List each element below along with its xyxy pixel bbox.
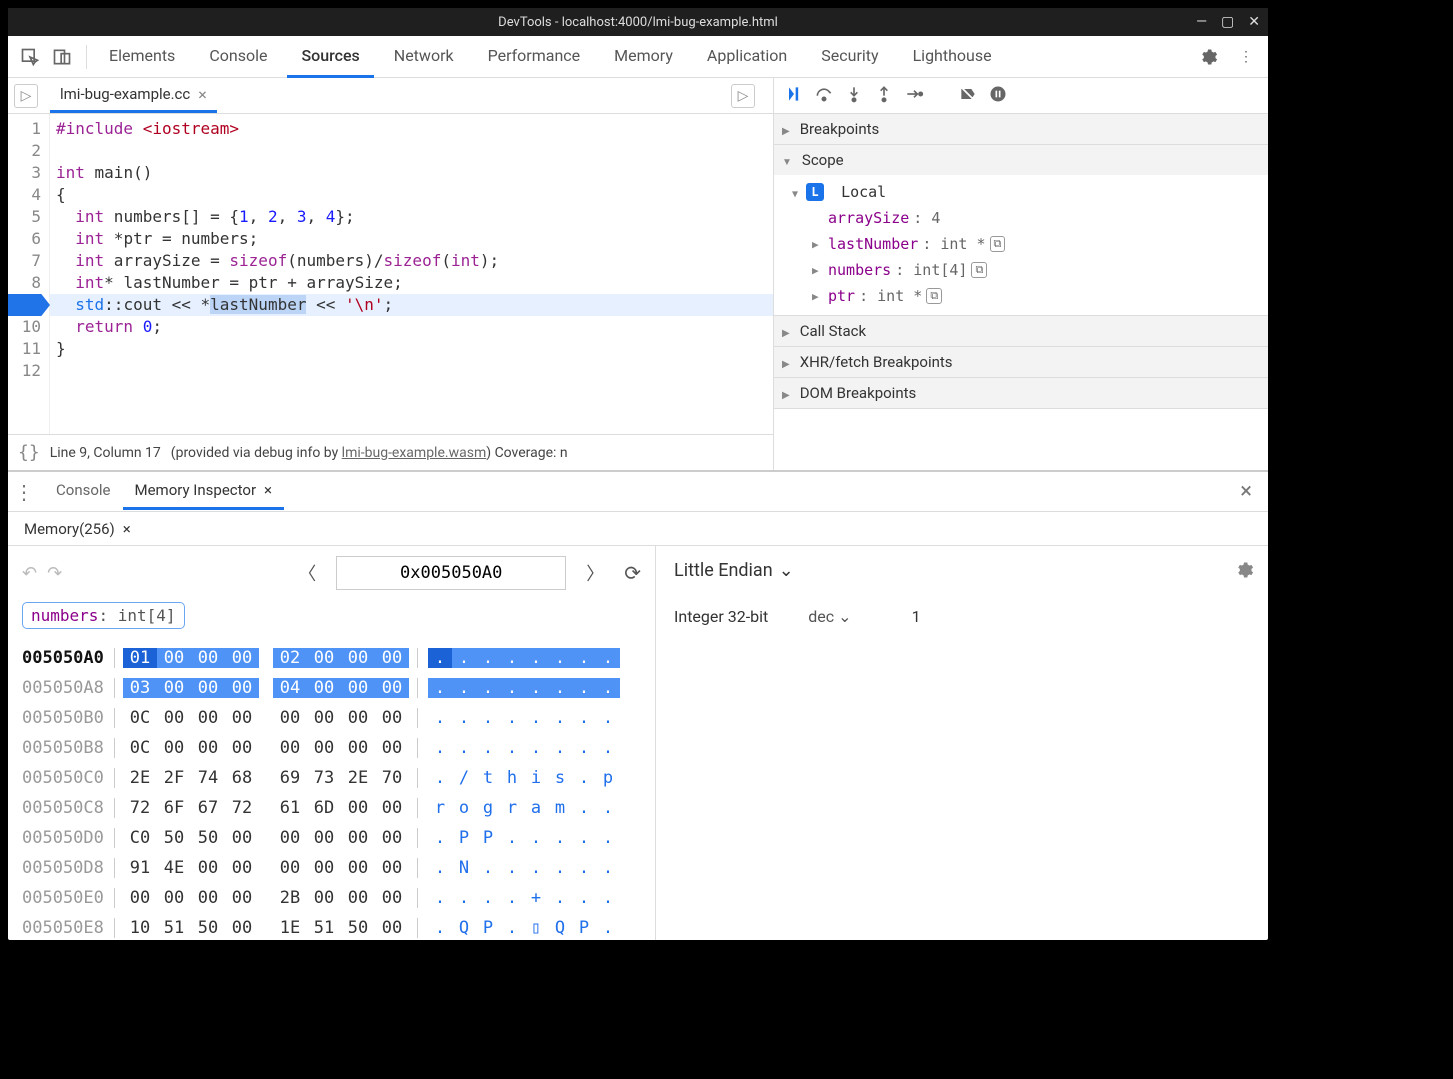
breakpoints-section[interactable]: Breakpoints xyxy=(774,114,1268,144)
debugger-toolbar xyxy=(774,78,1268,114)
tab-console[interactable]: Console xyxy=(195,36,281,78)
minimize-icon[interactable]: — xyxy=(1196,14,1207,30)
drawer-menu-icon[interactable]: ⋮ xyxy=(14,480,34,504)
titlebar: DevTools - localhost:4000/lmi-bug-exampl… xyxy=(8,8,1268,36)
hex-row[interactable]: 005050C02E2F746869732E70./this.p xyxy=(22,763,641,793)
tab-performance[interactable]: Performance xyxy=(474,36,595,78)
value-type: Integer 32-bit xyxy=(674,607,768,626)
navigator-toggle-icon[interactable]: ▷ xyxy=(14,84,38,108)
hex-row[interactable]: 005050E8105150001E515000.QP.▯QP. xyxy=(22,913,641,943)
format-selector[interactable]: dec⌄ xyxy=(808,607,851,626)
scope-var-numbers[interactable]: ▶numbers: int[4] ⧉ xyxy=(792,257,1264,283)
close-drawer-icon[interactable]: × xyxy=(1240,479,1262,504)
editor-status-bar: {} Line 9, Column 17 (provided via debug… xyxy=(8,434,773,470)
settings-icon[interactable] xyxy=(1234,560,1254,584)
pretty-print-icon[interactable]: {} xyxy=(18,442,40,463)
hex-row[interactable]: 005050D8914E000000000000.N...... xyxy=(22,853,641,883)
tab-elements[interactable]: Elements xyxy=(95,36,189,78)
hex-row[interactable]: 005050C8726F6772616D0000rogram.. xyxy=(22,793,641,823)
scope-section[interactable]: Scope xyxy=(774,145,1268,175)
decoded-value: 1 xyxy=(912,607,921,626)
address-input[interactable] xyxy=(336,556,566,590)
maximize-icon[interactable]: ▢ xyxy=(1221,14,1234,30)
drawer-tab-console[interactable]: Console xyxy=(44,473,123,510)
file-tab-label: lmi-bug-example.cc xyxy=(60,85,190,103)
memory-chip-icon[interactable]: ⧉ xyxy=(926,288,942,304)
cursor-position: Line 9, Column 17 xyxy=(50,445,161,461)
step-icon[interactable] xyxy=(904,84,924,108)
redo-icon[interactable]: ↷ xyxy=(47,563,62,584)
step-over-icon[interactable] xyxy=(814,84,834,108)
main-tabs: ElementsConsoleSourcesNetworkPerformance… xyxy=(95,36,1192,78)
refresh-icon[interactable]: ⟳ xyxy=(624,561,641,585)
memory-tab[interactable]: Memory(256)× xyxy=(14,514,141,544)
debugger-pane: Breakpoints Scope L Local arraySize: 4▶l… xyxy=(774,78,1268,470)
hex-row[interactable]: 005050E0000000002B000000....+... xyxy=(22,883,641,913)
memory-chip-icon[interactable]: ⧉ xyxy=(990,236,1006,252)
tab-network[interactable]: Network xyxy=(380,36,468,78)
chevron-down-icon: ⌄ xyxy=(838,607,851,626)
step-out-icon[interactable] xyxy=(874,84,894,108)
pause-on-exceptions-icon[interactable] xyxy=(988,84,1008,108)
chevron-down-icon: ⌄ xyxy=(779,560,794,581)
dom-breakpoints-section[interactable]: DOM Breakpoints xyxy=(774,378,1268,408)
variable-chip[interactable]: numbers: int[4] xyxy=(22,602,185,629)
hex-dump[interactable]: 005050A00100000002000000........005050A8… xyxy=(22,643,641,943)
hex-row[interactable]: 005050D0C050500000000000.PP..... xyxy=(22,823,641,853)
local-badge-icon: L xyxy=(806,183,824,201)
tab-security[interactable]: Security xyxy=(807,36,892,78)
close-icon[interactable]: × xyxy=(123,520,131,538)
scope-var-arraySize[interactable]: arraySize: 4 xyxy=(792,205,1264,231)
endianness-selector[interactable]: Little Endian ⌄ xyxy=(674,560,1250,581)
hex-row[interactable]: 005050B80C00000000000000........ xyxy=(22,733,641,763)
resume-icon[interactable] xyxy=(784,84,804,108)
deactivate-breakpoints-icon[interactable] xyxy=(958,84,978,108)
undo-icon[interactable]: ↶ xyxy=(22,563,37,584)
debugger-toggle-icon[interactable]: ▷ xyxy=(731,84,755,108)
hex-row[interactable]: 005050B00C00000000000000........ xyxy=(22,703,641,733)
prev-page-icon[interactable]: 〈 xyxy=(288,560,326,586)
tab-application[interactable]: Application xyxy=(693,36,801,78)
tab-memory[interactable]: Memory xyxy=(600,36,687,78)
inspect-element-icon[interactable] xyxy=(14,41,46,73)
next-page-icon[interactable]: 〉 xyxy=(576,560,614,586)
scope-var-lastNumber[interactable]: ▶lastNumber: int * ⧉ xyxy=(792,231,1264,257)
window-title: DevTools - localhost:4000/lmi-bug-exampl… xyxy=(498,15,778,30)
close-tab-icon[interactable]: × xyxy=(198,85,207,104)
hex-row[interactable]: 005050A00100000002000000........ xyxy=(22,643,641,673)
devtools-toolbar: ElementsConsoleSourcesNetworkPerformance… xyxy=(8,36,1268,78)
scope-local[interactable]: L Local xyxy=(792,179,1264,205)
settings-icon[interactable] xyxy=(1192,41,1224,73)
tab-sources[interactable]: Sources xyxy=(287,36,373,78)
hex-row[interactable]: 005050A80300000004000000........ xyxy=(22,673,641,703)
callstack-section[interactable]: Call Stack xyxy=(774,316,1268,346)
wasm-link[interactable]: lmi-bug-example.wasm xyxy=(342,445,487,461)
device-toolbar-icon[interactable] xyxy=(46,41,78,73)
xhr-breakpoints-section[interactable]: XHR/fetch Breakpoints xyxy=(774,347,1268,377)
memory-chip-icon[interactable]: ⧉ xyxy=(971,262,987,278)
kebab-menu-icon[interactable]: ⋮ xyxy=(1230,41,1262,73)
step-into-icon[interactable] xyxy=(844,84,864,108)
file-tab[interactable]: lmi-bug-example.cc × xyxy=(50,79,217,113)
close-icon[interactable]: × xyxy=(264,481,272,499)
scope-var-ptr[interactable]: ▶ptr: int * ⧉ xyxy=(792,283,1264,309)
close-icon[interactable]: ✕ xyxy=(1248,14,1260,30)
drawer-panel: ⋮ Console Memory Inspector× × Memory(256… xyxy=(8,470,1268,940)
tab-lighthouse[interactable]: Lighthouse xyxy=(899,36,1006,78)
sources-pane: ▷ lmi-bug-example.cc × ▷ 123456789101112… xyxy=(8,78,774,470)
code-editor[interactable]: 123456789101112 #include <iostream>int m… xyxy=(8,114,773,434)
drawer-tab-memory-inspector[interactable]: Memory Inspector× xyxy=(123,473,285,510)
